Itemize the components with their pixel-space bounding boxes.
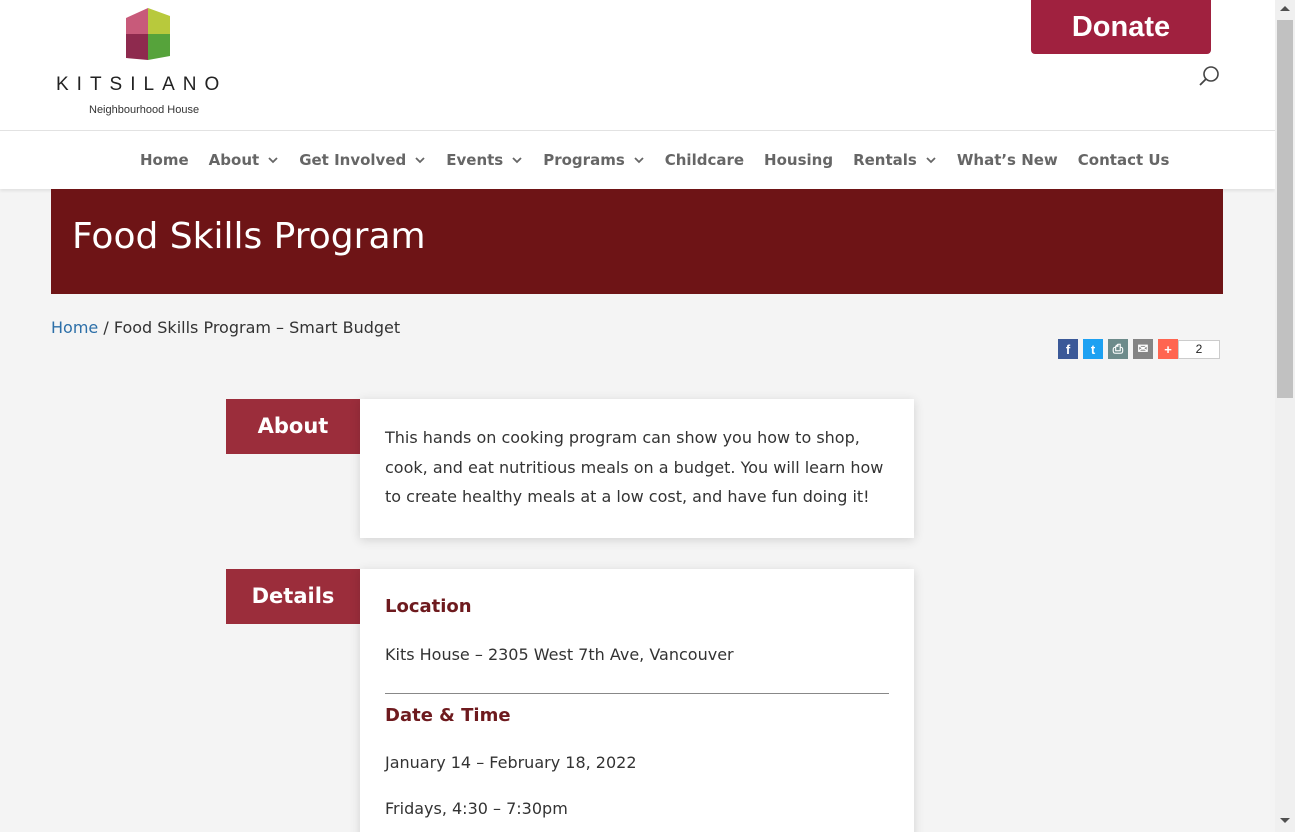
breadcrumb: Home / Food Skills Program – Smart Budge… bbox=[51, 318, 400, 337]
share-count: 2 bbox=[1178, 339, 1220, 359]
nav-item-events[interactable]: Events bbox=[436, 131, 533, 189]
scroll-up-arrow-icon[interactable] bbox=[1280, 6, 1290, 11]
plus-icon[interactable]: + bbox=[1158, 339, 1178, 359]
nav-item-rentals[interactable]: Rentals bbox=[843, 131, 947, 189]
location-text: Kits House – 2305 West 7th Ave, Vancouve… bbox=[385, 645, 734, 664]
nav-item-label: Events bbox=[446, 151, 504, 169]
details-divider bbox=[385, 692, 889, 694]
breadcrumb-current: Food Skills Program – Smart Budget bbox=[113, 318, 401, 337]
about-card: This hands on cooking program can show y… bbox=[360, 399, 914, 538]
nav-item-label: What’s New bbox=[956, 151, 1058, 169]
logo-mark-icon bbox=[126, 8, 170, 60]
nav-item-label: Programs bbox=[543, 151, 625, 169]
details-section-label: Details bbox=[226, 569, 360, 624]
nav-item-label: About bbox=[208, 151, 260, 169]
dates-text: January 14 – February 18, 2022 bbox=[385, 752, 637, 772]
email-icon[interactable]: ✉ bbox=[1133, 339, 1153, 359]
nav-item-about[interactable]: About bbox=[199, 131, 290, 189]
details-card: Location Kits House – 2305 West 7th Ave,… bbox=[360, 569, 914, 832]
location-heading: Location bbox=[385, 596, 472, 617]
logo-wordmark: KITSILANO bbox=[56, 74, 228, 95]
about-text: This hands on cooking program can show y… bbox=[385, 428, 884, 506]
about-section-label: About bbox=[226, 399, 360, 454]
nav-item-home[interactable]: Home bbox=[130, 131, 199, 189]
nav-menu: Home About Get Involved Events Programs Child… bbox=[130, 131, 1179, 189]
page-hero: Food Skills Program bbox=[51, 189, 1223, 294]
scroll-down-arrow-icon[interactable] bbox=[1280, 818, 1290, 823]
logo-subtitle: Neighbourhood House bbox=[89, 104, 200, 116]
chevron-down-icon bbox=[415, 157, 425, 164]
site-logo[interactable]: KITSILANO Neighbourhood House bbox=[56, 8, 246, 120]
site-header: KITSILANO Neighbourhood House Donate bbox=[0, 0, 1275, 131]
print-icon[interactable]: ⎙ bbox=[1108, 339, 1128, 359]
nav-item-programs[interactable]: Programs bbox=[533, 131, 655, 189]
nav-item-label: Home bbox=[140, 151, 189, 169]
nav-item-childcare[interactable]: Childcare bbox=[655, 131, 754, 189]
scroll-thumb[interactable] bbox=[1277, 20, 1293, 398]
nav-item-contact-us[interactable]: Contact Us bbox=[1068, 131, 1180, 189]
page-title: Food Skills Program bbox=[72, 216, 426, 257]
breadcrumb-separator: / bbox=[98, 318, 114, 337]
breadcrumb-home-link[interactable]: Home bbox=[51, 318, 98, 337]
nav-item-label: Rentals bbox=[853, 151, 917, 169]
nav-item-label: Get Involved bbox=[299, 151, 407, 169]
chevron-down-icon bbox=[268, 157, 278, 164]
facebook-icon[interactable]: f bbox=[1058, 339, 1078, 359]
nav-item-housing[interactable]: Housing bbox=[754, 131, 843, 189]
datetime-heading: Date & Time bbox=[385, 704, 511, 726]
chevron-down-icon bbox=[634, 157, 644, 164]
share-bar: f t ⎙ ✉ +2 bbox=[1058, 339, 1220, 359]
nav-item-label: Contact Us bbox=[1077, 151, 1170, 169]
twitter-icon[interactable]: t bbox=[1083, 339, 1103, 359]
nav-item-get-involved[interactable]: Get Involved bbox=[289, 131, 436, 189]
main-nav: Home About Get Involved Events Programs Child… bbox=[0, 131, 1275, 189]
nav-item-label: Childcare bbox=[664, 151, 745, 169]
nav-item-what-s-new[interactable]: What’s New bbox=[947, 131, 1068, 189]
time-text: Fridays, 4:30 – 7:30pm bbox=[385, 799, 568, 818]
nav-item-label: Housing bbox=[764, 151, 834, 169]
chevron-down-icon bbox=[512, 157, 522, 164]
chevron-down-icon bbox=[926, 157, 936, 164]
page-scrollbar[interactable] bbox=[1275, 0, 1295, 832]
search-icon[interactable] bbox=[1198, 64, 1222, 88]
donate-button[interactable]: Donate bbox=[1031, 0, 1211, 54]
